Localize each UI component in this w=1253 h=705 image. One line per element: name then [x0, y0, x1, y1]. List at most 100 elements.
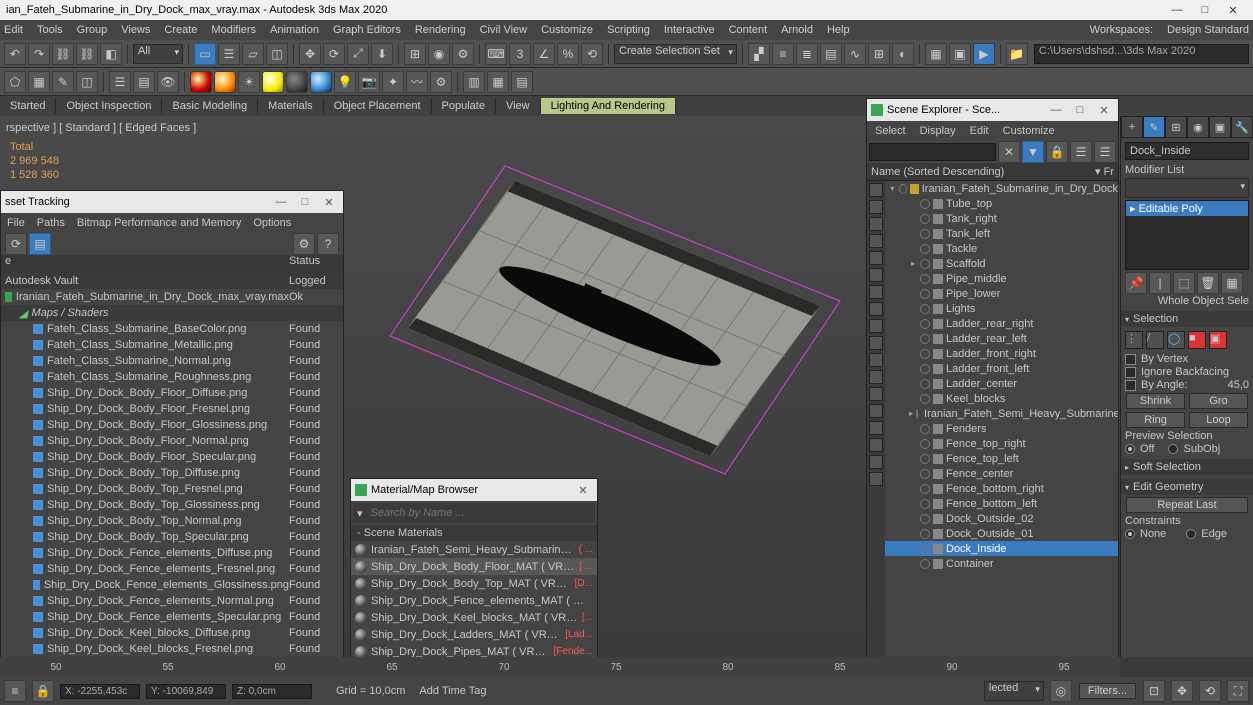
- close-icon[interactable]: ✕: [1219, 4, 1247, 17]
- asset-row[interactable]: Ship_Dry_Dock_Keel_blocks_Fresnel.pngFou…: [1, 641, 343, 657]
- byvertex-checkbox[interactable]: [1125, 354, 1136, 365]
- cmd-motion-icon[interactable]: ◉: [1187, 116, 1209, 138]
- mirror-icon[interactable]: ▞: [748, 43, 770, 65]
- refcoord-icon[interactable]: ⊞: [404, 43, 426, 65]
- tree-node[interactable]: Fenders: [885, 421, 1118, 436]
- tab-started[interactable]: Started: [0, 98, 56, 114]
- filter-bone-icon[interactable]: [869, 319, 883, 333]
- asset-menu-bitmap[interactable]: Bitmap Performance and Memory: [77, 217, 241, 229]
- explorer-clear-icon[interactable]: ✕: [998, 141, 1020, 163]
- filters-button[interactable]: Filters...: [1079, 683, 1136, 699]
- angle-snap-icon[interactable]: ∠: [533, 43, 555, 65]
- filter-xref-icon[interactable]: [869, 302, 883, 316]
- asset-row[interactable]: Ship_Dry_Dock_Body_Floor_Glossiness.pngF…: [1, 417, 343, 433]
- filter-select-icon[interactable]: [869, 455, 883, 469]
- render-frame-icon[interactable]: ▣: [949, 43, 971, 65]
- link-icon[interactable]: ⛓: [52, 43, 74, 65]
- tree-node[interactable]: Fence_top_left: [885, 451, 1118, 466]
- menu-customize[interactable]: Customize: [541, 24, 593, 36]
- tab-obj-placement[interactable]: Object Placement: [324, 98, 432, 114]
- tab-lighting-rendering[interactable]: Lighting And Rendering: [541, 98, 676, 114]
- tree-node[interactable]: Container: [885, 556, 1118, 571]
- visibility-icon[interactable]: [920, 379, 930, 389]
- menu-views[interactable]: Views: [121, 24, 150, 36]
- tree-node[interactable]: Lights: [885, 301, 1118, 316]
- batch-icon[interactable]: ▤: [511, 71, 533, 93]
- tree-node[interactable]: Dock_Inside: [885, 541, 1118, 556]
- visibility-icon[interactable]: [920, 349, 930, 359]
- workspace-name[interactable]: Design Standard: [1167, 24, 1249, 36]
- explorer-head-fr[interactable]: ▾ Fr: [1095, 165, 1114, 178]
- camera-icon[interactable]: 📷: [358, 71, 380, 93]
- asset-tree-icon[interactable]: ▤: [29, 233, 51, 255]
- asset-head-status[interactable]: Status: [289, 255, 339, 273]
- undo-icon[interactable]: ↶: [4, 43, 26, 65]
- asset-row[interactable]: Ship_Dry_Dock_Fence_elements_Diffuse.png…: [1, 545, 343, 561]
- asset-row[interactable]: Ship_Dry_Dock_Keel_blocks_Diffuse.pngFou…: [1, 625, 343, 641]
- cmd-utilities-icon[interactable]: 🔧: [1231, 116, 1253, 138]
- coord-y[interactable]: Y: -10069,849: [146, 684, 226, 699]
- render-setup-icon[interactable]: ▦: [925, 43, 947, 65]
- explorer-menu-edit[interactable]: Edit: [970, 125, 989, 137]
- rollout-selection[interactable]: Selection: [1121, 311, 1253, 327]
- menu-arnold[interactable]: Arnold: [781, 24, 813, 36]
- asset-list[interactable]: Autodesk Vault Logged Iranian_Fateh_Subm…: [1, 273, 343, 669]
- redo-icon[interactable]: ↷: [28, 43, 50, 65]
- project-path[interactable]: C:\Users\dshsd...\3ds Max 2020: [1034, 44, 1249, 64]
- selection-icon[interactable]: ◫: [76, 71, 98, 93]
- asset-row[interactable]: Fateh_Class_Submarine_Roughness.pngFound: [1, 369, 343, 385]
- asset-row[interactable]: Ship_Dry_Dock_Fence_elements_Specular.pn…: [1, 609, 343, 625]
- tree-node[interactable]: Pipe_middle: [885, 271, 1118, 286]
- selection-filter-dropdown[interactable]: All: [133, 44, 183, 64]
- render-icon[interactable]: ▶: [973, 43, 995, 65]
- asset-menu-options[interactable]: Options: [253, 217, 291, 229]
- orbit-icon[interactable]: ⟲: [1199, 680, 1221, 702]
- menu-civilview[interactable]: Civil View: [480, 24, 527, 36]
- ribbon-icon[interactable]: ▤: [820, 43, 842, 65]
- lock-icon[interactable]: 🔒: [32, 680, 54, 702]
- asset-row-shaders[interactable]: ◢Maps / Shaders: [1, 305, 343, 321]
- layer-explorer-icon[interactable]: ☰: [109, 71, 131, 93]
- menu-tools[interactable]: Tools: [37, 24, 63, 36]
- maximize-icon[interactable]: □: [1191, 4, 1219, 16]
- schematic-icon[interactable]: ⊞: [868, 43, 890, 65]
- spacewarp-icon[interactable]: 〰: [406, 71, 428, 93]
- explorer-maximize-icon[interactable]: □: [1070, 104, 1090, 116]
- tree-node[interactable]: Fence_bottom_right: [885, 481, 1118, 496]
- system-icon[interactable]: ⚙: [430, 71, 452, 93]
- tree-node[interactable]: ▸Iranian_Fateh_Semi_Heavy_Submarine: [885, 406, 1118, 421]
- material-row[interactable]: Ship_Dry_Dock_Keel_blocks_MAT ( VRayMtl …: [351, 609, 597, 626]
- max-viewport-icon[interactable]: ⛶: [1227, 680, 1249, 702]
- vertex-icon[interactable]: ⋮: [1125, 331, 1143, 349]
- rotate-icon[interactable]: ⟳: [323, 43, 345, 65]
- show-end-icon[interactable]: |: [1149, 272, 1171, 294]
- helper-icon[interactable]: ✦: [382, 71, 404, 93]
- align-icon[interactable]: ≡: [772, 43, 794, 65]
- tree-node[interactable]: ▸Scaffold: [885, 256, 1118, 271]
- menu-rendering[interactable]: Rendering: [415, 24, 466, 36]
- visibility-icon[interactable]: [920, 424, 930, 434]
- material-row[interactable]: Ship_Dry_Dock_Ladders_MAT ( VRayMtl )[La…: [351, 626, 597, 643]
- material-sphere-yellow-icon[interactable]: [262, 71, 284, 93]
- tree-node[interactable]: Fence_center: [885, 466, 1118, 481]
- select-object-icon[interactable]: ▭: [194, 43, 216, 65]
- preview-off-radio[interactable]: [1125, 444, 1135, 454]
- filter-frozen-icon[interactable]: [869, 353, 883, 367]
- tree-node[interactable]: Tube_top: [885, 196, 1118, 211]
- asset-help-icon[interactable]: ?: [317, 233, 339, 255]
- pivot-icon[interactable]: ◉: [428, 43, 450, 65]
- explorer-menu-display[interactable]: Display: [920, 125, 956, 137]
- spinner-snap-icon[interactable]: ⟲: [581, 43, 603, 65]
- asset-row[interactable]: Fateh_Class_Submarine_BaseColor.pngFound: [1, 321, 343, 337]
- asset-row-vault[interactable]: Autodesk Vault Logged: [1, 273, 343, 289]
- mat-section-head[interactable]: - Scene Materials: [351, 525, 597, 541]
- sun-icon[interactable]: ☀: [238, 71, 260, 93]
- tab-obj-inspection[interactable]: Object Inspection: [56, 98, 162, 114]
- modeling-icon[interactable]: ▦: [28, 71, 50, 93]
- asset-row[interactable]: Ship_Dry_Dock_Body_Top_Glossiness.pngFou…: [1, 497, 343, 513]
- menu-modifiers[interactable]: Modifiers: [211, 24, 256, 36]
- asset-row[interactable]: Fateh_Class_Submarine_Metallic.pngFound: [1, 337, 343, 353]
- visibility-icon[interactable]: [899, 184, 908, 194]
- menu-grapheditors[interactable]: Graph Editors: [333, 24, 401, 36]
- asset-refresh-icon[interactable]: ⟳: [5, 233, 27, 255]
